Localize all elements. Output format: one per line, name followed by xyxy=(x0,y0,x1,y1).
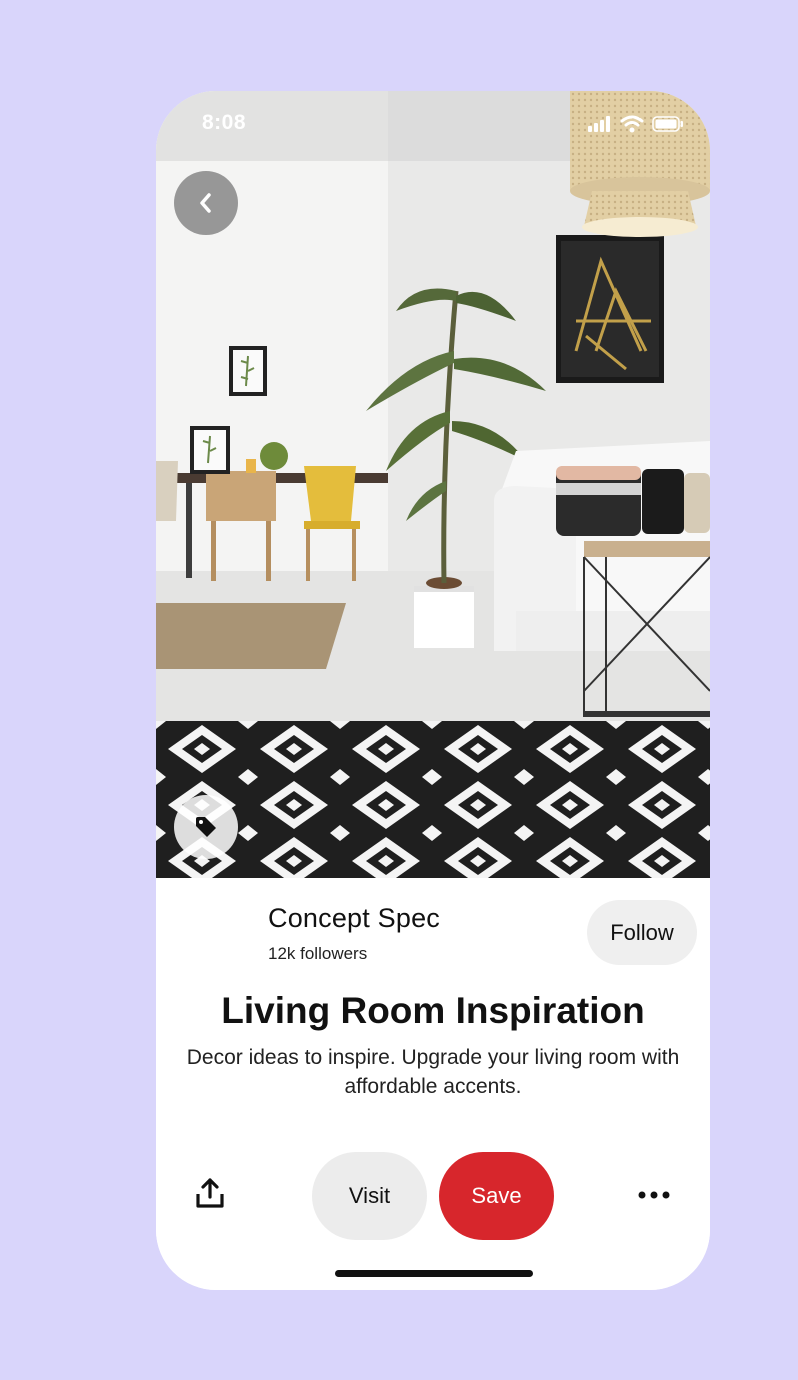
visit-button[interactable]: Visit xyxy=(312,1152,427,1240)
creator-name[interactable]: Concept Spec xyxy=(268,903,440,934)
pin-image[interactable]: 8:08 xyxy=(156,91,710,878)
save-button[interactable]: Save xyxy=(439,1152,554,1240)
tag-icon xyxy=(194,815,218,839)
share-button[interactable] xyxy=(190,1175,230,1215)
wifi-icon xyxy=(620,115,644,133)
back-arrow-icon xyxy=(197,192,215,214)
more-icon xyxy=(638,1186,670,1204)
phone-frame: 8:08 Concept Spec 12k followers Follow L… xyxy=(156,91,710,1290)
back-button[interactable] xyxy=(174,171,238,235)
signal-icon xyxy=(588,116,612,132)
living-room-photo xyxy=(156,91,710,878)
shop-tag-button[interactable] xyxy=(174,795,238,859)
more-options-button[interactable] xyxy=(634,1177,674,1213)
status-time: 8:08 xyxy=(202,111,247,134)
pin-description: Decor ideas to inspire. Upgrade your liv… xyxy=(186,1046,680,1098)
home-indicator[interactable] xyxy=(335,1270,533,1277)
share-icon xyxy=(195,1177,225,1214)
action-bar: Visit Save xyxy=(156,1137,710,1290)
pin-title: Living Room Inspiration xyxy=(221,990,645,1031)
creator-followers: 12k followers xyxy=(268,944,368,963)
status-icons xyxy=(588,115,684,133)
follow-button[interactable]: Follow xyxy=(587,900,697,965)
battery-icon xyxy=(652,116,684,132)
